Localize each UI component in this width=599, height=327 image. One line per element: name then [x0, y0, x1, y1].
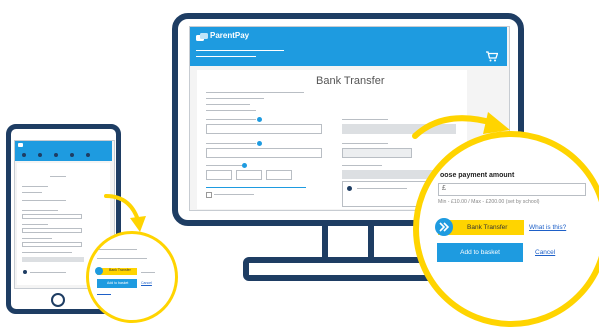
checkbox[interactable] — [206, 192, 212, 198]
segmented-field[interactable] — [342, 148, 412, 158]
cancel-link[interactable]: Cancel — [535, 249, 555, 256]
label-line — [342, 143, 388, 144]
text-line — [357, 188, 407, 189]
text-line — [30, 272, 66, 273]
nav-line — [196, 56, 256, 57]
field-dot — [257, 141, 262, 146]
text-line — [50, 176, 66, 177]
parentpay-logo-icon — [196, 30, 208, 41]
label-line — [206, 119, 256, 120]
brand-logo-text: ParentPay — [210, 31, 250, 40]
currency-symbol: £ — [442, 185, 446, 192]
phone-home-button — [51, 293, 65, 307]
text-line — [342, 165, 382, 166]
text-line — [206, 104, 250, 105]
label-line — [342, 119, 388, 120]
bank-transfer-label: Bank Transfer — [467, 224, 508, 231]
add-to-basket-label: Add to basket — [107, 281, 129, 285]
cancel-link[interactable]: Cancel — [141, 281, 152, 285]
text-line — [206, 98, 264, 99]
phone-form-field[interactable] — [22, 214, 82, 219]
nav-line — [196, 50, 284, 51]
label-line — [206, 143, 256, 144]
phone-form-field[interactable] — [22, 228, 82, 233]
arrow-icon — [104, 194, 146, 232]
basket-icon[interactable] — [486, 49, 499, 62]
phone-form-field[interactable] — [22, 242, 82, 247]
monitor-neck — [322, 226, 374, 258]
desktop-nav-bar — [190, 44, 507, 66]
text-line — [97, 258, 147, 259]
form-field[interactable] — [206, 148, 322, 158]
text-line — [22, 210, 58, 211]
divider-line — [206, 187, 306, 188]
phone-step-dots — [22, 153, 102, 157]
text-line — [22, 200, 66, 201]
text-line — [206, 92, 304, 93]
text-line — [22, 252, 72, 253]
field-dot — [242, 163, 247, 168]
page-title: Bank Transfer — [316, 75, 385, 87]
phone-field-grey[interactable] — [22, 257, 84, 262]
text-line — [141, 272, 155, 273]
text-line — [22, 186, 48, 187]
form-field[interactable] — [236, 170, 262, 180]
payment-amount-heading: oose payment amount — [440, 172, 515, 179]
radio-selected-icon[interactable] — [23, 270, 27, 274]
link-line — [97, 294, 111, 295]
add-to-basket-button[interactable]: Add to basket — [437, 243, 523, 262]
amount-input[interactable]: £ — [438, 183, 586, 196]
text-line — [22, 192, 42, 193]
double-chevron-right-icon — [435, 218, 453, 236]
phone-zoom-content: Bank Transfer Add to basket Cancel — [89, 234, 175, 320]
amount-hint: Min - £10.00 / Max - £200.00 (set by sch… — [438, 199, 540, 205]
form-field[interactable] — [206, 124, 322, 134]
text-line — [22, 224, 48, 225]
bank-transfer-label: Bank Transfer — [109, 268, 131, 272]
phone-logo-icon — [18, 143, 23, 147]
double-chevron-right-icon — [95, 267, 103, 275]
text-line — [97, 249, 137, 250]
text-line — [206, 110, 256, 111]
form-field[interactable] — [266, 170, 292, 180]
add-to-basket-button[interactable]: Add to basket — [97, 279, 137, 288]
field-dot — [257, 117, 262, 122]
zoom-content: oose payment amount £ Min - £10.00 / Max… — [419, 137, 599, 321]
what-is-this-link[interactable]: What is this? — [529, 224, 566, 231]
text-line — [214, 194, 254, 195]
radio-selected-icon[interactable] — [347, 186, 352, 191]
label-line — [206, 165, 242, 166]
phone-header-bar — [15, 141, 112, 161]
form-field[interactable] — [206, 170, 232, 180]
text-line — [22, 238, 52, 239]
monitor-base — [243, 257, 445, 281]
